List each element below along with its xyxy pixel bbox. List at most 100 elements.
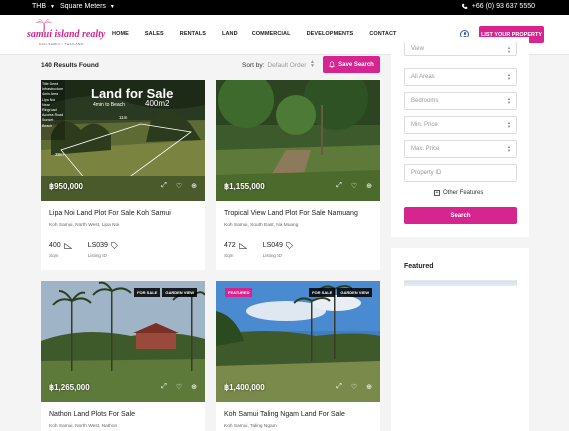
save-search-button[interactable]: Save Search bbox=[323, 56, 380, 73]
favorite-heart-icon[interactable]: ♡ bbox=[176, 383, 182, 391]
featured-photo[interactable] bbox=[404, 281, 517, 286]
listing-card[interactable]: FEATURED FOR SALE GARDEN VIEW ฿1,400,000… bbox=[216, 281, 380, 431]
nav-developments[interactable]: DEVELOPMENTS bbox=[307, 31, 354, 37]
property-id-input[interactable]: Property ID bbox=[404, 164, 517, 182]
compare-icon[interactable]: ⊕ bbox=[366, 383, 372, 391]
sort-label: Sort by: bbox=[242, 62, 265, 69]
field-placeholder: Property ID bbox=[411, 170, 442, 176]
listing-meta: 400 Sqm LS039 Listing ID bbox=[49, 242, 118, 258]
listing-title[interactable]: Nathon Land Plots For Sale bbox=[49, 411, 135, 418]
compare-icon[interactable]: ⊕ bbox=[366, 182, 372, 190]
other-features-label: Other Features bbox=[443, 190, 484, 196]
overlay-feature: 4min Area Lipa Noi bbox=[42, 92, 59, 102]
bedrooms-select[interactable]: Bedrooms ▲ ▼ bbox=[404, 92, 517, 110]
search-sidebar: View ▲ ▼ All Areas ▲ ▼ Bedrooms ▲ ▼ Min. Pr… bbox=[391, 37, 529, 237]
tag-icon bbox=[286, 242, 293, 249]
featured-title: Featured bbox=[404, 263, 434, 270]
field-label: Max. Price bbox=[411, 146, 440, 152]
sort-select[interactable]: Default Order bbox=[267, 62, 306, 69]
main-nav: HOME SALES RENTALS LAND COMMERCIAL DEVEL… bbox=[112, 31, 413, 37]
listing-badges: FOR SALE GARDEN VIEW bbox=[134, 288, 197, 297]
site-logo[interactable]: samui island realty KOH SAMUI • THAILAND bbox=[27, 19, 105, 49]
expand-icon[interactable]: ⤢ bbox=[336, 182, 342, 190]
listing-address: Koh Samui, North West, Nathon bbox=[49, 424, 118, 429]
compare-icon[interactable]: ⊕ bbox=[191, 182, 197, 190]
listing-actions: ⤢ ♡ ⊕ bbox=[161, 182, 197, 190]
area-icon bbox=[63, 242, 72, 249]
nav-rentals[interactable]: RENTALS bbox=[180, 31, 206, 37]
listing-actions: ⤢ ♡ ⊕ bbox=[336, 383, 372, 391]
search-button[interactable]: Search bbox=[404, 207, 517, 224]
overlay-features-list: Title Deed Infrastructure 4min Area Lipa… bbox=[41, 80, 65, 140]
listing-card[interactable]: Title Deed Infrastructure 4min Area Lipa… bbox=[41, 80, 205, 270]
listing-id-value: LS039 bbox=[87, 242, 108, 249]
favorite-heart-icon[interactable]: ♡ bbox=[351, 182, 357, 190]
unit-switcher[interactable]: Square Meters ▼ bbox=[60, 3, 115, 10]
phone-icon bbox=[461, 3, 468, 9]
areas-select[interactable]: All Areas ▲ ▼ bbox=[404, 68, 517, 86]
save-search-label: Save Search bbox=[338, 61, 374, 68]
compare-icon[interactable]: ⊕ bbox=[191, 383, 197, 391]
size-info: 400 Sqm bbox=[49, 242, 72, 258]
field-label: View bbox=[411, 45, 424, 52]
max-price-select[interactable]: Max. Price ▲ ▼ bbox=[404, 140, 517, 158]
nav-commercial[interactable]: COMMERCIAL bbox=[252, 31, 291, 37]
phone-link[interactable]: +66 (0) 93 637 5550 bbox=[461, 3, 535, 10]
caret-down-icon: ▼ bbox=[50, 3, 55, 10]
listing-badges: FOR SALE GARDEN VIEW bbox=[309, 288, 372, 297]
expand-icon[interactable]: ⤢ bbox=[161, 182, 167, 190]
overlay-size: 400m2 bbox=[145, 99, 170, 108]
overlay-beach: 4min to Beach bbox=[93, 102, 125, 108]
favorite-heart-icon[interactable]: ♡ bbox=[176, 182, 182, 190]
other-features-toggle[interactable]: + Other Features bbox=[434, 190, 483, 196]
field-label: Bedrooms bbox=[411, 98, 439, 104]
caret-down-icon: ▼ bbox=[109, 3, 115, 10]
select-arrows-icon: ▲ ▼ bbox=[507, 72, 511, 81]
label-badge[interactable]: GARDEN VIEW bbox=[337, 288, 372, 297]
select-arrows-icon: ▲ ▼ bbox=[507, 45, 511, 54]
listing-title[interactable]: Lipa Noi Land Plot For Sale Koh Samui bbox=[49, 210, 171, 217]
results-count: 140 Results Found bbox=[41, 62, 99, 69]
favorite-heart-icon[interactable]: ♡ bbox=[351, 383, 357, 391]
tag-icon bbox=[111, 242, 118, 249]
listing-id-label: Listing ID bbox=[87, 253, 107, 258]
unit-label: Square Meters bbox=[60, 3, 106, 10]
listing-card[interactable]: ฿1,155,000 ⤢ ♡ ⊕ Tropical View Land Plot… bbox=[216, 80, 380, 270]
overlay-feature: Near Ringroad bbox=[42, 102, 57, 113]
listing-price: ฿950,000 bbox=[49, 182, 84, 191]
nav-home[interactable]: HOME bbox=[112, 31, 129, 37]
field-label: Min. Price bbox=[411, 122, 438, 128]
expand-icon[interactable]: ⤢ bbox=[161, 383, 167, 391]
listing-actions: ⤢ ♡ ⊕ bbox=[336, 182, 372, 190]
listing-actions: ⤢ ♡ ⊕ bbox=[161, 383, 197, 391]
currency-label: THB bbox=[32, 3, 46, 10]
min-price-select[interactable]: Min. Price ▲ ▼ bbox=[404, 116, 517, 134]
view-select[interactable]: View ▲ ▼ bbox=[404, 42, 517, 56]
overlay-feature: Sunset Beach bbox=[42, 118, 54, 128]
nav-land[interactable]: LAND bbox=[222, 31, 238, 37]
listing-id-label: Listing ID bbox=[262, 253, 282, 258]
status-badge[interactable]: FOR SALE bbox=[309, 288, 336, 297]
overlay-dimension: 11m bbox=[119, 115, 128, 120]
listing-address: Koh Samui, North West, Lipa Noi bbox=[49, 223, 120, 228]
size-label: Sqm bbox=[49, 253, 59, 258]
size-value: 400 bbox=[49, 242, 61, 249]
select-arrows-icon: ▲ ▼ bbox=[507, 96, 511, 105]
sort-control[interactable]: Sort by: Default Order bbox=[242, 62, 306, 69]
featured-widget: Featured bbox=[391, 248, 529, 431]
top-bar: THB ▼ Square Meters ▼ +66 (0) 93 637 555… bbox=[0, 0, 569, 15]
listing-card[interactable]: FOR SALE GARDEN VIEW ฿1,265,000 ⤢ ♡ ⊕ Na… bbox=[41, 281, 205, 431]
bell-icon bbox=[329, 61, 336, 68]
status-badge[interactable]: FOR SALE bbox=[134, 288, 161, 297]
expand-icon[interactable]: ⤢ bbox=[336, 383, 342, 391]
listing-title[interactable]: Koh Samui Taling Ngam Land For Sale bbox=[224, 411, 345, 418]
listing-id-value: LS049 bbox=[262, 242, 283, 249]
currency-switcher[interactable]: THB ▼ bbox=[32, 3, 55, 10]
size-info: 472 Sqm bbox=[224, 242, 247, 258]
featured-badge[interactable]: FEATURED bbox=[225, 288, 253, 297]
nav-sales[interactable]: SALES bbox=[145, 31, 164, 37]
phone-number: +66 (0) 93 637 5550 bbox=[471, 3, 535, 10]
label-badge[interactable]: GARDEN VIEW bbox=[162, 288, 197, 297]
size-label: Sqm bbox=[224, 253, 234, 258]
listing-title[interactable]: Tropical View Land Plot For Sale Namuang bbox=[224, 210, 358, 217]
